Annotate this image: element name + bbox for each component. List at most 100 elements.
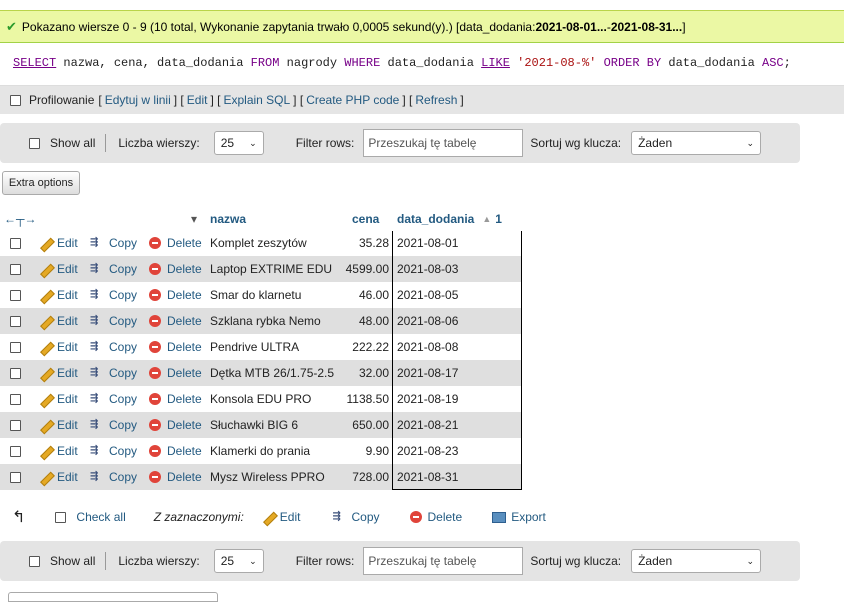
- table-row[interactable]: Edit ⇶ Copy Delete Komplet zeszytów 35.28 2021…: [0, 230, 521, 256]
- column-header-cena[interactable]: cena: [352, 207, 379, 231]
- row-edit-button[interactable]: Edit: [39, 438, 78, 464]
- column-header-data-dodania[interactable]: data_dodania ▲ 1: [397, 207, 502, 231]
- row-delete-button[interactable]: Delete: [149, 230, 202, 256]
- row-edit-label: Edit: [57, 444, 78, 458]
- bulk-export-button[interactable]: Export: [492, 510, 546, 524]
- row-delete-button[interactable]: Delete: [149, 360, 202, 386]
- row-delete-button[interactable]: Delete: [149, 256, 202, 282]
- table-row[interactable]: Edit ⇶ Copy Delete Słuchawki BIG 6 650.00 2021…: [0, 412, 521, 438]
- table-row[interactable]: Edit ⇶ Copy Delete Smar do klarnetu 46.00 2021…: [0, 282, 521, 308]
- chevron-down-icon: ⌄: [746, 555, 755, 566]
- profiling-checkbox[interactable]: [10, 94, 21, 106]
- row-checkbox[interactable]: [10, 263, 21, 275]
- row-delete-button[interactable]: Delete: [149, 438, 202, 464]
- column-resize-icon[interactable]: ←┬→: [4, 207, 37, 231]
- create-php-link[interactable]: Create PHP code: [306, 93, 399, 107]
- row-edit-button[interactable]: Edit: [39, 256, 78, 282]
- delete-icon: [149, 341, 161, 353]
- cell-cena: 46.00: [358, 288, 389, 302]
- row-copy-label: Copy: [109, 340, 138, 354]
- cell-cena: 728.00: [352, 470, 389, 484]
- row-delete-label: Delete: [167, 314, 202, 328]
- row-edit-button[interactable]: Edit: [39, 412, 78, 438]
- row-copy-button[interactable]: ⇶ Copy: [90, 230, 137, 256]
- table-row[interactable]: Edit ⇶ Copy Delete Szklana rybka Nemo 48.00 20…: [0, 308, 521, 334]
- extra-options-button[interactable]: Extra options: [2, 171, 80, 195]
- row-copy-button[interactable]: ⇶ Copy: [90, 464, 137, 490]
- row-edit-button[interactable]: Edit: [39, 360, 78, 386]
- row-copy-button[interactable]: ⇶ Copy: [90, 334, 137, 360]
- rows-select[interactable]: 25 ⌄: [213, 549, 264, 573]
- cell-nazwa: Dętka MTB 26/1.75-2.5: [210, 366, 335, 380]
- arrow-left-up-icon: ↰: [12, 509, 26, 526]
- table-row[interactable]: Edit ⇶ Copy Delete Laptop EXTRIME EDU 4599.00…: [0, 256, 521, 282]
- bulk-edit-label: Edit: [279, 510, 301, 524]
- table-row[interactable]: Edit ⇶ Copy Delete Mysz Wireless PPRO 728.00 2…: [0, 464, 521, 490]
- message-range-to: 2021-08-31...: [610, 19, 683, 34]
- row-copy-button[interactable]: ⇶ Copy: [90, 386, 137, 412]
- table-row[interactable]: Edit ⇶ Copy Delete Klamerki do prania 9.90 202…: [0, 438, 521, 464]
- row-checkbox[interactable]: [10, 341, 21, 353]
- sort-select[interactable]: Żaden ⌄: [631, 131, 762, 155]
- row-edit-button[interactable]: Edit: [39, 464, 78, 490]
- pencil-icon: [39, 314, 53, 328]
- row-copy-button[interactable]: ⇶ Copy: [90, 282, 137, 308]
- row-copy-button[interactable]: ⇶ Copy: [90, 308, 137, 334]
- sql-like[interactable]: LIKE: [481, 56, 510, 70]
- filter-input[interactable]: Przeszukaj tę tabelę: [363, 547, 524, 575]
- row-delete-button[interactable]: Delete: [149, 334, 202, 360]
- row-checkbox[interactable]: [10, 367, 21, 379]
- row-checkbox[interactable]: [10, 315, 21, 327]
- sql-part: nagrody: [279, 56, 345, 70]
- table-row[interactable]: Edit ⇶ Copy Delete Dętka MTB 26/1.75-2.5 32.0…: [0, 360, 521, 386]
- filter-input[interactable]: Przeszukaj tę tabelę: [363, 129, 524, 157]
- copy-icon: ⇶: [90, 471, 99, 482]
- table-row[interactable]: Edit ⇶ Copy Delete Konsola EDU PRO 1138.50 202…: [0, 386, 521, 412]
- row-delete-button[interactable]: Delete: [149, 282, 202, 308]
- sql-select[interactable]: SELECT: [13, 56, 56, 70]
- cell-cena: 222.22: [352, 340, 389, 354]
- edit-inline-link[interactable]: Edytuj w linii: [105, 93, 171, 107]
- row-checkbox[interactable]: [10, 445, 21, 457]
- row-delete-button[interactable]: Delete: [149, 308, 202, 334]
- sql-orderby: ORDER BY: [603, 56, 662, 70]
- show-all-checkbox[interactable]: [29, 137, 40, 149]
- explain-sql-link[interactable]: Explain SQL: [223, 93, 290, 107]
- row-delete-button[interactable]: Delete: [149, 412, 202, 438]
- divider: [105, 134, 107, 152]
- row-checkbox[interactable]: [10, 393, 21, 405]
- row-edit-button[interactable]: Edit: [39, 308, 78, 334]
- row-delete-button[interactable]: Delete: [149, 464, 202, 490]
- bulk-edit-button[interactable]: Edit: [262, 510, 301, 524]
- show-all-checkbox[interactable]: [29, 555, 40, 567]
- row-delete-button[interactable]: Delete: [149, 386, 202, 412]
- row-checkbox[interactable]: [10, 471, 21, 483]
- check-all-checkbox[interactable]: [55, 511, 67, 523]
- bulk-delete-button[interactable]: Delete: [409, 510, 462, 524]
- table-row[interactable]: Edit ⇶ Copy Delete Pendrive ULTRA 222.22 2021-…: [0, 334, 521, 360]
- row-checkbox[interactable]: [10, 289, 21, 301]
- copy-icon: ⇶: [90, 237, 99, 248]
- sort-select[interactable]: Żaden ⌄: [631, 549, 762, 573]
- row-edit-button[interactable]: Edit: [39, 386, 78, 412]
- row-checkbox[interactable]: [10, 237, 21, 249]
- row-edit-button[interactable]: Edit: [39, 282, 78, 308]
- copy-icon: ⇶: [90, 367, 99, 378]
- row-copy-button[interactable]: ⇶ Copy: [90, 438, 137, 464]
- row-checkbox[interactable]: [10, 419, 21, 431]
- check-all-link[interactable]: Check all: [76, 510, 125, 524]
- row-copy-button[interactable]: ⇶ Copy: [90, 256, 137, 282]
- row-copy-button[interactable]: ⇶ Copy: [90, 412, 137, 438]
- column-header-nazwa[interactable]: nazwa: [210, 207, 246, 231]
- refresh-link[interactable]: Refresh: [415, 93, 457, 107]
- cell-nazwa: Słuchawki BIG 6: [210, 418, 299, 432]
- rows-select[interactable]: 25 ⌄: [213, 131, 264, 155]
- sort-order-number: 1: [495, 212, 502, 226]
- row-edit-button[interactable]: Edit: [39, 230, 78, 256]
- bulk-copy-button[interactable]: ⇶ Copy: [332, 510, 379, 524]
- row-edit-button[interactable]: Edit: [39, 334, 78, 360]
- row-copy-button[interactable]: ⇶ Copy: [90, 360, 137, 386]
- sort-value: Żaden: [638, 554, 673, 568]
- copy-icon: ⇶: [90, 341, 99, 352]
- edit-link[interactable]: Edit: [187, 93, 208, 107]
